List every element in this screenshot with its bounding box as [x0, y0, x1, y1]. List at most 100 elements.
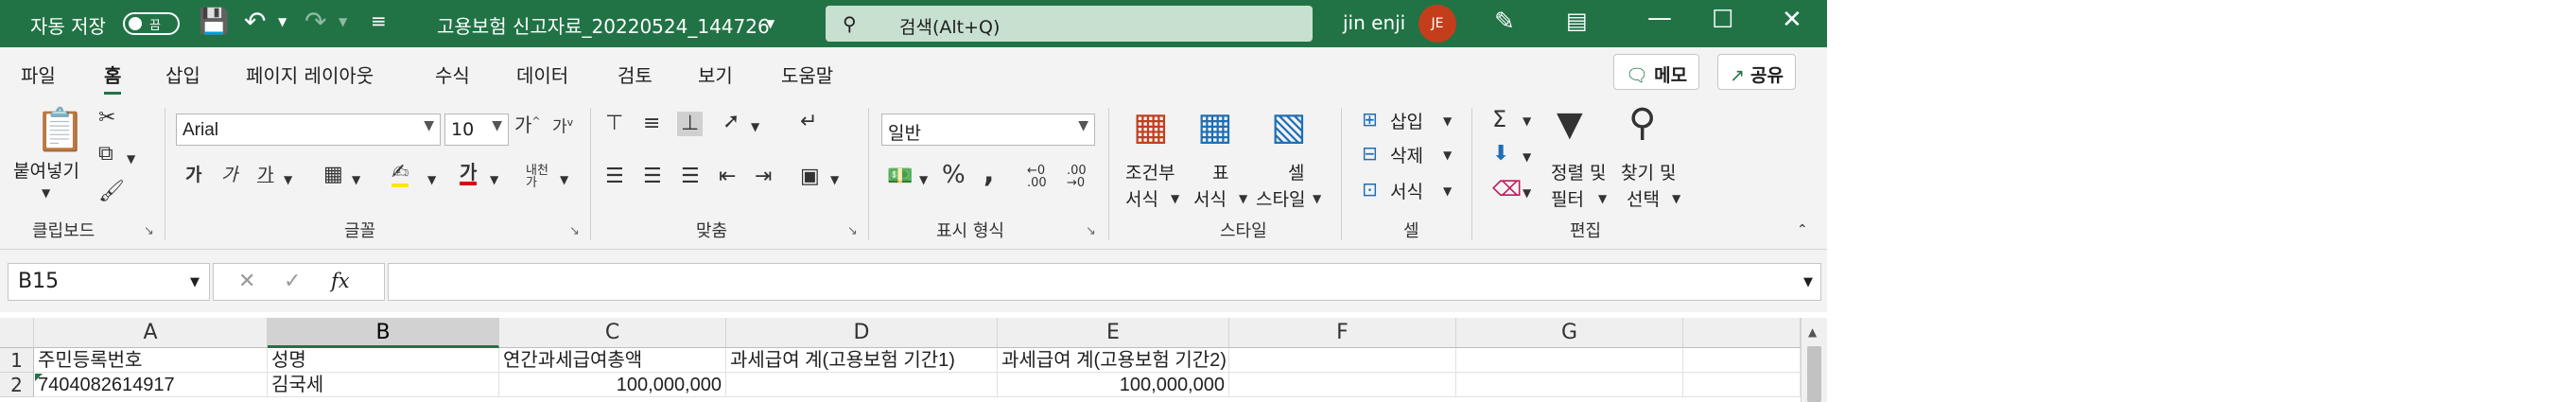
underline-dropdown-icon[interactable]: ▼: [284, 174, 292, 185]
format-painter-icon[interactable]: 🖌: [98, 182, 125, 202]
cell-d2[interactable]: [726, 373, 998, 397]
chevron-down-icon[interactable]: ▼: [1239, 193, 1247, 204]
orientation-icon[interactable]: ➚: [722, 112, 740, 132]
cancel-icon[interactable]: ✕: [238, 270, 255, 293]
minimize-icon[interactable]: —: [1647, 4, 1672, 32]
column-header-a[interactable]: A: [34, 318, 268, 348]
redo-icon[interactable]: ↷: [305, 6, 326, 37]
bold-button[interactable]: 가: [185, 166, 201, 184]
phonetic-dropdown-icon[interactable]: ▼: [560, 174, 568, 185]
save-icon[interactable]: 💾: [199, 8, 229, 36]
chevron-down-icon[interactable]: ▼: [1672, 193, 1680, 204]
scroll-up-icon[interactable]: ▲: [1808, 325, 1817, 339]
align-right-icon[interactable]: ☰: [681, 166, 700, 187]
sort-filter-label-2[interactable]: 필터: [1551, 185, 1584, 211]
number-format-select[interactable]: 일반 ▼: [881, 114, 1095, 146]
font-launcher-icon[interactable]: ↘: [569, 224, 580, 238]
cell-g2[interactable]: [1456, 373, 1683, 397]
undo-icon[interactable]: ↶: [244, 6, 266, 37]
chevron-down-icon[interactable]: ▼: [1523, 187, 1531, 199]
conditional-formatting-label-1[interactable]: 조건부: [1125, 159, 1175, 184]
conditional-formatting-icon[interactable]: ▦: [1133, 108, 1169, 146]
close-icon[interactable]: ✕: [1782, 6, 1802, 34]
wrap-text-icon[interactable]: ↵: [800, 112, 817, 132]
italic-button[interactable]: 가: [221, 166, 237, 184]
percent-icon[interactable]: %: [942, 163, 966, 187]
fill-icon[interactable]: ⬇: [1492, 144, 1509, 165]
grow-font-icon[interactable]: 가^: [514, 115, 541, 134]
accounting-format-icon[interactable]: 💵: [887, 166, 913, 187]
cell-c1[interactable]: 연간과세급여총액: [499, 348, 726, 373]
align-top-icon[interactable]: ⊤: [605, 114, 623, 134]
tab-formulas[interactable]: 수식: [435, 61, 470, 88]
cell-f2[interactable]: [1229, 373, 1456, 397]
cell-h1[interactable]: [1683, 348, 1801, 373]
font-name-select[interactable]: Arial ▼: [176, 114, 441, 146]
column-header-b[interactable]: B: [268, 318, 499, 348]
delete-cells-label[interactable]: 삭제: [1390, 142, 1423, 167]
enter-icon[interactable]: ✓: [284, 270, 301, 293]
file-name[interactable]: 고용보험 신고자료_20220524_144726: [437, 11, 770, 39]
format-as-table-label-2[interactable]: 서식: [1193, 185, 1227, 211]
paste-dropdown-icon[interactable]: ▼: [42, 187, 50, 199]
maximize-icon[interactable]: ☐: [1712, 6, 1733, 34]
chevron-down-icon[interactable]: ▼: [1523, 115, 1531, 127]
cell-a2[interactable]: 7404082614917: [34, 373, 268, 397]
formula-input[interactable]: ▼: [388, 263, 1821, 301]
column-header-f[interactable]: F: [1229, 318, 1456, 348]
collapse-ribbon-icon[interactable]: ⌃: [1797, 223, 1808, 236]
align-middle-icon[interactable]: ≡: [643, 114, 660, 134]
conditional-formatting-label-2[interactable]: 서식: [1125, 185, 1158, 211]
font-color-icon[interactable]: 가: [460, 163, 478, 185]
cell-g1[interactable]: [1456, 348, 1683, 373]
column-header-g[interactable]: G: [1456, 318, 1683, 348]
autosave-toggle[interactable]: 끔: [123, 12, 180, 35]
tab-file[interactable]: 파일: [21, 61, 56, 88]
cell-styles-icon[interactable]: ▧: [1271, 108, 1307, 146]
increase-decimal-icon[interactable]: ←0.00: [1027, 165, 1047, 189]
find-select-label-2[interactable]: 선택: [1627, 185, 1660, 211]
name-box[interactable]: B15 ▼: [8, 263, 210, 301]
row-header[interactable]: 2: [0, 373, 34, 397]
merge-dropdown-icon[interactable]: ▼: [830, 174, 839, 185]
vertical-scrollbar[interactable]: ▲: [1801, 318, 1827, 402]
format-as-table-icon[interactable]: ▦: [1197, 108, 1233, 146]
chevron-down-icon[interactable]: ▼: [1313, 193, 1321, 204]
insert-cells-label[interactable]: 삽입: [1390, 108, 1423, 133]
cell-b1[interactable]: 성명: [268, 348, 499, 373]
tab-insert[interactable]: 삽입: [165, 61, 200, 88]
clear-icon[interactable]: ⌫: [1492, 180, 1522, 201]
cell-a1[interactable]: 주민등록번호: [34, 348, 268, 373]
row-header[interactable]: 1: [0, 348, 34, 373]
align-left-icon[interactable]: ☰: [605, 166, 624, 187]
user-name[interactable]: jin enji: [1343, 11, 1405, 34]
merge-center-icon[interactable]: ▣: [800, 166, 820, 187]
decrease-decimal-icon[interactable]: .00 →0: [1067, 165, 1087, 189]
insert-function-icon[interactable]: fx: [331, 270, 350, 292]
undo-dropdown-icon[interactable]: ▼: [278, 15, 287, 28]
expand-formula-icon[interactable]: ▼: [1803, 275, 1813, 289]
orientation-dropdown-icon[interactable]: ▼: [751, 121, 759, 132]
border-dropdown-icon[interactable]: ▼: [352, 174, 360, 185]
cell-d1[interactable]: 과세급여 계(고용보험 기간1): [726, 348, 998, 373]
font-size-select[interactable]: 10 ▼: [444, 114, 509, 146]
search-box[interactable]: ⚲ 검색(Alt+Q): [826, 6, 1313, 42]
cell-styles-label-2[interactable]: 스타일: [1256, 185, 1305, 211]
cell-h2[interactable]: [1683, 373, 1801, 397]
ribbon-display-icon[interactable]: ▤: [1566, 8, 1588, 34]
chevron-down-icon[interactable]: ▼: [1443, 185, 1452, 197]
copy-dropdown-icon[interactable]: ▼: [127, 153, 135, 165]
shrink-font-icon[interactable]: 가v: [552, 117, 573, 136]
customize-qat-icon[interactable]: ≡: [371, 9, 387, 32]
chevron-down-icon[interactable]: ▼: [1598, 193, 1607, 204]
tab-home[interactable]: 홈: [104, 61, 122, 95]
pen-icon[interactable]: ✎: [1494, 8, 1515, 36]
chevron-down-icon[interactable]: ▼: [1443, 149, 1452, 161]
delete-cells-icon[interactable]: ⊟: [1362, 144, 1378, 163]
font-color-dropdown-icon[interactable]: ▼: [490, 174, 498, 185]
format-as-table-label-1[interactable]: 표: [1212, 159, 1228, 184]
underline-button[interactable]: 가: [257, 166, 273, 184]
find-select-label-1[interactable]: 찾기 및: [1621, 159, 1676, 184]
insert-cells-icon[interactable]: ⊞: [1362, 110, 1378, 129]
avatar[interactable]: JE: [1419, 5, 1456, 43]
